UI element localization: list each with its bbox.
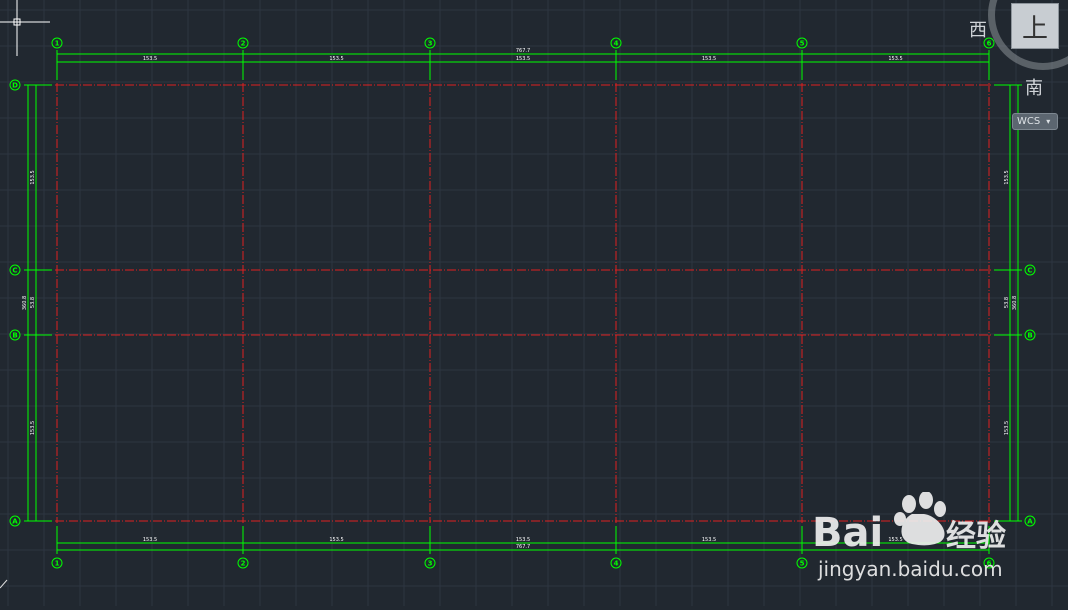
axis-bubble-label: 4 xyxy=(614,40,619,48)
top-total-dim-text: 767.7 xyxy=(516,48,530,54)
axis-bubble: C xyxy=(1024,264,1036,276)
top-span-dim-text: 153.5 xyxy=(329,56,343,62)
axis-bubble: 3 xyxy=(424,37,436,49)
bottom-span-dim-text: 153.5 xyxy=(143,537,157,543)
axis-bubble: B xyxy=(9,329,21,341)
watermark-brand2: 经验 xyxy=(946,519,1006,554)
axis-bubble-label: D xyxy=(12,82,18,90)
axis-bubble-label: 3 xyxy=(428,560,433,568)
axis-bubble: 4 xyxy=(610,37,622,49)
axis-bubble-label: C xyxy=(1027,267,1032,275)
axis-bubble-label: A xyxy=(1027,518,1033,526)
axis-bubble-label: 5 xyxy=(800,40,805,48)
watermark-url: jingyan.baidu.com xyxy=(817,557,1003,581)
wcs-menu-button[interactable]: WCS ▾ xyxy=(1012,113,1058,130)
axis-bubble: 5 xyxy=(796,557,808,569)
axis-bubble-label: 3 xyxy=(428,40,433,48)
baidu-watermark: Bai 经验 jingyan.baidu.com xyxy=(812,491,1022,582)
top-span-dim-text: 153.5 xyxy=(516,56,530,62)
axis-bubble: B xyxy=(1024,329,1036,341)
axis-bubble: 2 xyxy=(237,37,249,49)
ucs-icon xyxy=(0,579,8,589)
right-span-dim-text: 153.5 xyxy=(1004,421,1010,435)
axis-bubble: 1 xyxy=(51,557,63,569)
axis-bubble: A xyxy=(9,515,21,527)
axis-bubble-label: 6 xyxy=(987,40,992,48)
left-total-dim-text: 360.8 xyxy=(22,296,28,310)
axis-bubble-label: 2 xyxy=(241,560,246,568)
wcs-label: WCS xyxy=(1017,116,1041,127)
chevron-down-icon: ▾ xyxy=(1046,117,1051,126)
top-span-dim-text: 153.5 xyxy=(143,56,157,62)
watermark-brand: Bai xyxy=(812,510,883,556)
axis-bubble: 4 xyxy=(610,557,622,569)
axis-bubble-label: 5 xyxy=(800,560,805,568)
axis-bubble: D xyxy=(9,79,21,91)
top-span-dim-text: 153.5 xyxy=(702,56,716,62)
baidu-paw-logo: Bai 经验 jingyan.baidu.com xyxy=(812,491,1006,581)
left-span-dim-text: 153.5 xyxy=(30,170,36,184)
axis-bubble: 2 xyxy=(237,557,249,569)
axis-bubble: 5 xyxy=(796,37,808,49)
bottom-span-dim-text: 153.5 xyxy=(702,537,716,543)
crosshair-cursor-icon xyxy=(0,0,50,56)
right-total-dim-text: 360.8 xyxy=(1012,296,1018,310)
axis-bubble-label: 1 xyxy=(55,560,60,568)
axis-bubble-label: A xyxy=(12,518,18,526)
axis-bubble: 3 xyxy=(424,557,436,569)
axis-bubble-label: 4 xyxy=(614,560,619,568)
left-span-dim-text: 53.8 xyxy=(30,297,36,308)
left-span-dim-text: 153.5 xyxy=(30,421,36,435)
compass-west-label[interactable]: 西 xyxy=(969,16,987,42)
top-span-dim-text: 153.5 xyxy=(888,56,902,62)
axis-bubble: A xyxy=(1024,515,1036,527)
axis-bubble-label: B xyxy=(1027,332,1032,340)
viewcube-top-face[interactable]: 上 xyxy=(1011,3,1059,49)
compass-south-label[interactable]: 南 xyxy=(1025,74,1043,100)
axis-bubble-label: C xyxy=(12,267,17,275)
bottom-total-dim-text: 767.7 xyxy=(516,544,530,550)
bottom-span-dim-text: 153.5 xyxy=(516,537,530,543)
cad-canvas[interactable]: 767.7 153.5 153.5 153.5 153.5 153.5 153.5 153.5… xyxy=(0,0,1068,606)
axis-bubble-label: 2 xyxy=(241,40,246,48)
axis-bubble-label: B xyxy=(12,332,17,340)
bottom-span-dim-text: 153.5 xyxy=(329,537,343,543)
right-span-dim-text: 53.8 xyxy=(1004,297,1010,308)
right-span-dim-text: 153.5 xyxy=(1004,170,1010,184)
axis-bubble: C xyxy=(9,264,21,276)
axis-lines xyxy=(55,83,991,523)
